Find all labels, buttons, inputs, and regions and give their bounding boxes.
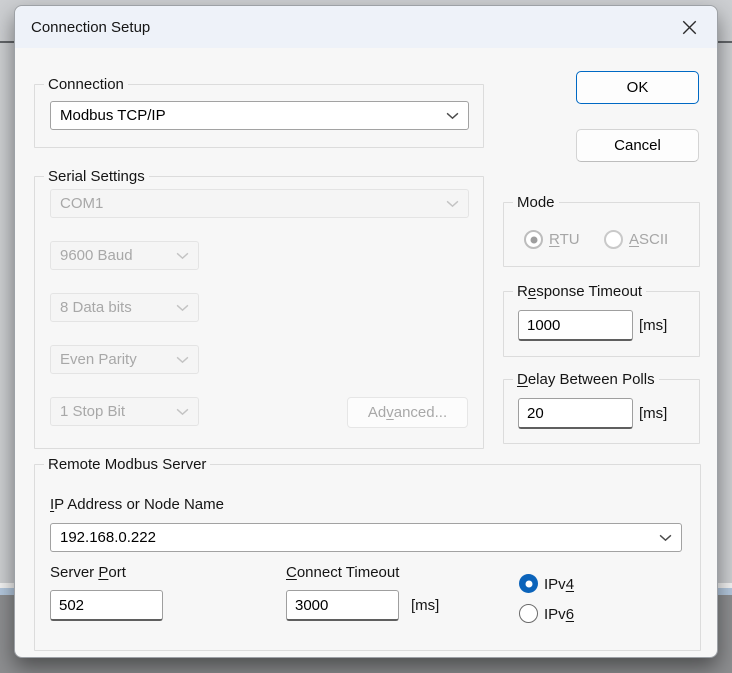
titlebar[interactable]: Connection Setup [15, 6, 717, 48]
advanced-button: Advanced... [347, 397, 468, 428]
response-timeout-unit: [ms] [639, 317, 667, 334]
delay-between-polls-group-label: Delay Between Polls [513, 370, 659, 390]
rtu-label: RTU [549, 231, 580, 248]
mode-group-label: Mode [513, 193, 559, 213]
chevron-down-icon [659, 534, 672, 542]
delay-between-polls-unit: [ms] [639, 405, 667, 422]
advanced-button-label: Advanced... [368, 404, 447, 421]
remote-server-group-label: Remote Modbus Server [44, 455, 210, 475]
close-icon [682, 20, 697, 35]
ascii-radio [604, 230, 623, 249]
com-port-combobox: COM1 [50, 189, 469, 218]
cancel-button[interactable]: Cancel [576, 129, 699, 162]
delay-between-polls-input[interactable] [518, 398, 633, 429]
data-bits-value: 8 Data bits [60, 299, 132, 316]
serial-settings-group-label: Serial Settings [44, 167, 149, 187]
ipv6-radio[interactable] [519, 604, 538, 623]
chevron-down-icon [446, 112, 459, 120]
connect-timeout-label: Connect Timeout [286, 564, 399, 581]
response-timeout-group-label: Response Timeout [513, 282, 646, 302]
parity-value: Even Parity [60, 351, 137, 368]
ipv4-radio[interactable] [519, 574, 538, 593]
cancel-button-label: Cancel [614, 137, 661, 154]
response-timeout-input[interactable] [518, 310, 633, 341]
server-port-input[interactable] [50, 590, 163, 621]
ok-button-label: OK [627, 79, 649, 96]
stop-bits-combobox: 1 Stop Bit [50, 397, 199, 426]
chevron-down-icon [176, 408, 189, 416]
server-port-label: Server Port [50, 564, 126, 581]
remote-server-group: Remote Modbus Server [34, 464, 701, 651]
parity-combobox: Even Parity [50, 345, 199, 374]
chevron-down-icon [176, 304, 189, 312]
baud-rate-value: 9600 Baud [60, 247, 133, 264]
connection-group-label: Connection [44, 75, 128, 95]
ip-address-value: 192.168.0.222 [60, 529, 156, 546]
ip-address-combobox[interactable]: 192.168.0.222 [50, 523, 682, 552]
ok-button[interactable]: OK [576, 71, 699, 104]
connect-timeout-unit: [ms] [411, 597, 439, 614]
com-port-value: COM1 [60, 195, 103, 212]
ipv4-label[interactable]: IPv4 [544, 576, 574, 593]
data-bits-combobox: 8 Data bits [50, 293, 199, 322]
ipv6-label[interactable]: IPv6 [544, 606, 574, 623]
baud-rate-combobox: 9600 Baud [50, 241, 199, 270]
connection-type-combobox[interactable]: Modbus TCP/IP [50, 101, 469, 130]
stop-bits-value: 1 Stop Bit [60, 403, 125, 420]
connection-type-value: Modbus TCP/IP [60, 107, 166, 124]
dialog-title: Connection Setup [15, 19, 150, 36]
screen: Connection Setup OK Cancel Connection Mo… [0, 0, 732, 673]
chevron-down-icon [176, 252, 189, 260]
rtu-radio [524, 230, 543, 249]
ip-address-label: IP Address or Node Name [50, 496, 224, 513]
ascii-label: ASCII [629, 231, 668, 248]
connection-setup-dialog: Connection Setup OK Cancel Connection Mo… [14, 5, 718, 658]
connect-timeout-input[interactable] [286, 590, 399, 621]
chevron-down-icon [176, 356, 189, 364]
chevron-down-icon [446, 200, 459, 208]
close-button[interactable] [671, 12, 707, 42]
